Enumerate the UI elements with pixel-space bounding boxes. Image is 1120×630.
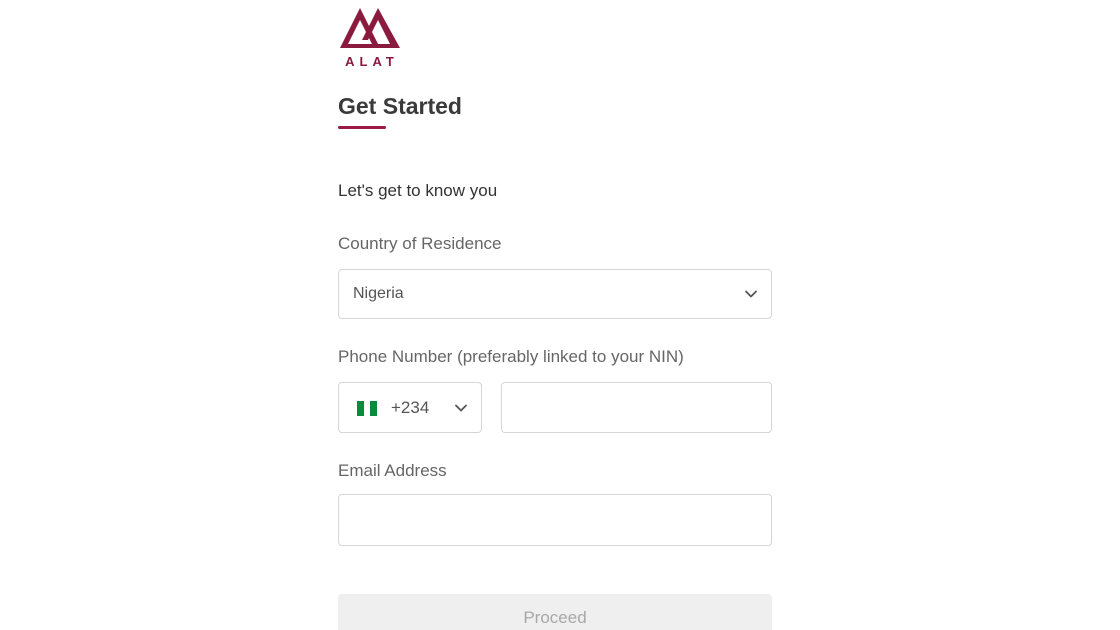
chevron-down-icon [455,404,467,412]
dial-code-value: +234 [391,398,430,417]
alat-logo: ALAT [338,6,402,69]
phone-number-input[interactable] [501,382,772,433]
logo-wordmark: ALAT [345,54,399,69]
country-select-value: Nigeria [353,285,404,302]
phone-label: Phone Number (preferably linked to your … [338,347,684,366]
dial-code-select[interactable]: +234 [338,382,482,433]
email-input[interactable] [338,494,772,546]
nigeria-flag-icon [357,401,377,416]
title-underline [338,126,386,129]
page-title: Get Started [338,93,462,119]
proceed-button[interactable]: Proceed [338,594,772,630]
alat-logo-mark-icon [340,8,400,48]
chevron-down-icon [745,290,757,298]
signup-page: ALAT Get Started Let's get to know you C… [0,0,1120,630]
country-label: Country of Residence [338,234,502,253]
email-label: Email Address [338,461,447,480]
form-intro: Let's get to know you [338,181,498,200]
country-select[interactable]: Nigeria [338,269,772,319]
